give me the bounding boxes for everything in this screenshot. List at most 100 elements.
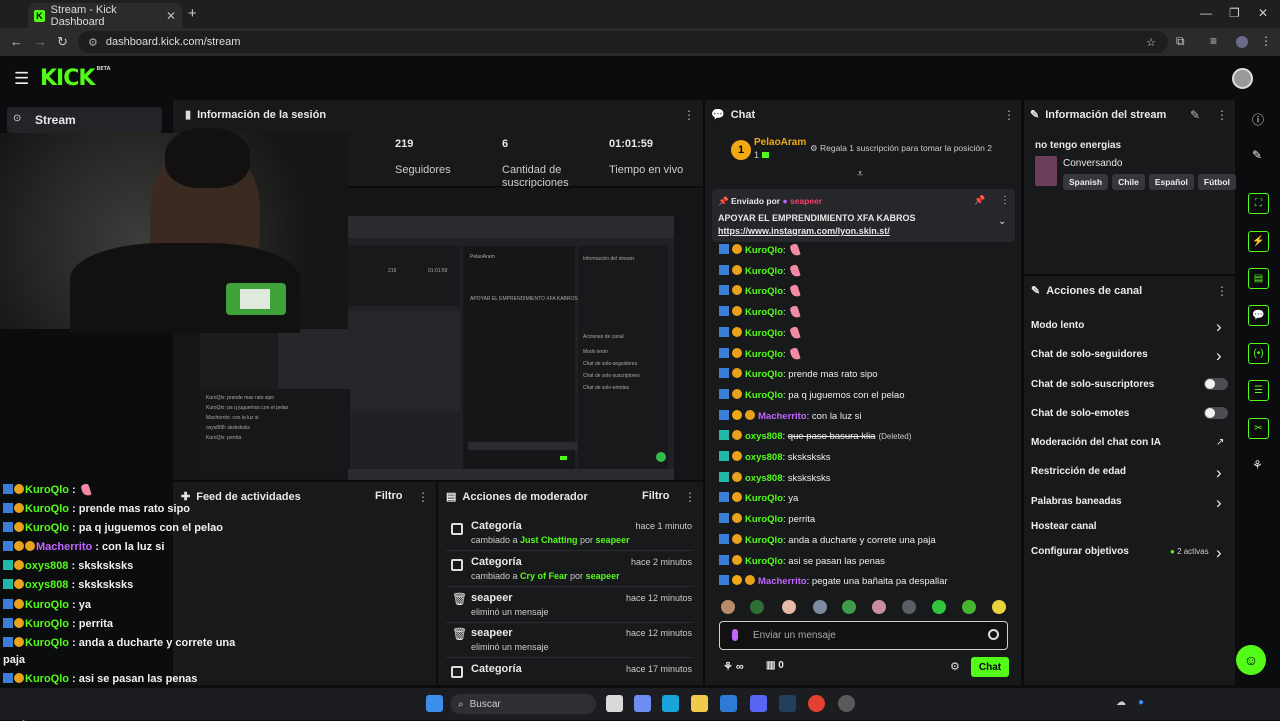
chat-username[interactable]: KuroQlo [745, 369, 783, 380]
channel-action-item[interactable]: Palabras baneadas [1031, 496, 1122, 507]
emote-button[interactable] [750, 600, 764, 614]
layout-icon[interactable]: ☰ [1248, 380, 1269, 401]
activity-menu-icon[interactable]: ⋮ [417, 490, 429, 504]
toggle-switch[interactable] [1204, 407, 1228, 419]
mic-icon[interactable] [732, 629, 738, 641]
close-tab-icon[interactable]: ✕ [166, 9, 176, 23]
stream-category[interactable]: Conversando [1063, 158, 1122, 169]
chat-username[interactable]: KuroQlo [745, 493, 783, 504]
channel-action-item[interactable]: Restricción de edad [1031, 466, 1126, 477]
expand-icon[interactable]: ⩡ [857, 168, 863, 181]
channel-actions-menu-icon[interactable]: ⋮ [1216, 284, 1228, 298]
emote-button[interactable] [782, 600, 796, 614]
chat-username[interactable]: KuroQlo [745, 307, 783, 318]
chat-username[interactable]: Macherrito [758, 411, 807, 422]
mod-actions-menu-icon[interactable]: ⋮ [684, 490, 696, 504]
kick-logo[interactable]: KICK BETA [40, 66, 111, 91]
broadcast-icon[interactable]: (•) [1248, 343, 1269, 364]
emote-button[interactable] [872, 600, 886, 614]
chat-menu-icon[interactable]: ⋮ [1003, 108, 1015, 122]
chevron-right-icon[interactable]: › [1216, 543, 1222, 563]
pinned-link[interactable]: https://www.instagram.com/lyon.skin.st/ [718, 226, 890, 236]
reading-list-icon[interactable]: ≡ [1210, 34, 1217, 48]
profile-avatar[interactable] [1236, 36, 1248, 48]
chat-username[interactable]: KuroQlo [745, 535, 783, 546]
chat-username[interactable]: oxys808 [745, 431, 783, 442]
tray-cloud-icon[interactable]: ☁ [1116, 697, 1126, 708]
steam-icon[interactable] [779, 695, 796, 712]
chat-username[interactable]: KuroQlo [745, 514, 783, 525]
chat-username[interactable]: Macherrito [758, 576, 807, 587]
edge-icon[interactable] [662, 695, 679, 712]
browser-menu-icon[interactable]: ⋮ [1260, 34, 1272, 48]
tray-app-icon[interactable]: ● [1138, 697, 1144, 708]
notes-icon[interactable]: ▤ [1248, 268, 1269, 289]
pin-icon[interactable]: 📌 [974, 195, 985, 206]
channel-action-item[interactable]: Chat de solo-suscriptores [1031, 379, 1154, 390]
edit-icon[interactable]: ✎ [1252, 148, 1262, 162]
minimize-icon[interactable]: — [1200, 6, 1212, 20]
chevron-right-icon[interactable]: › [1216, 317, 1222, 337]
emote-button[interactable] [962, 600, 976, 614]
tag[interactable]: Fútbol [1197, 174, 1236, 190]
chat-username[interactable]: KuroQlo [745, 390, 783, 401]
session-menu-icon[interactable]: ⋮ [683, 108, 695, 122]
activity-filter-button[interactable]: Filtro [375, 490, 403, 502]
close-window-icon[interactable]: ✕ [1258, 6, 1268, 20]
chat-send-button[interactable]: Chat [971, 657, 1009, 677]
copilot-icon[interactable] [634, 695, 651, 712]
chevron-right-icon[interactable]: › [1216, 346, 1222, 366]
chat-username[interactable]: oxys808 [745, 452, 783, 463]
forward-icon[interactable]: → [34, 34, 47, 49]
chrome-icon[interactable] [808, 695, 825, 712]
emote-button[interactable] [813, 600, 827, 614]
mod-filter-button[interactable]: Filtro [642, 490, 670, 502]
app-icon[interactable] [838, 695, 855, 712]
chat-action-icon[interactable]: 💬 [1248, 305, 1269, 326]
channel-action-item[interactable]: Hostear canal [1031, 521, 1097, 532]
edit-stream-icon[interactable]: ✎ [1190, 108, 1200, 122]
hamburger-menu-icon[interactable]: ☰ [14, 69, 29, 89]
chevron-right-icon[interactable]: › [1216, 463, 1222, 483]
emote-button[interactable] [842, 600, 856, 614]
tag[interactable]: Español [1148, 174, 1194, 190]
back-icon[interactable]: ← [10, 34, 23, 49]
clip-icon[interactable]: ⛶ [1248, 193, 1269, 214]
chat-username[interactable]: KuroQlo [745, 245, 783, 256]
reload-icon[interactable]: ↻ [57, 34, 68, 50]
bookmark-star-icon[interactable]: ☆ [1146, 36, 1156, 49]
tools-icon[interactable]: ✂ [1248, 418, 1269, 439]
chat-username[interactable]: KuroQlo [745, 556, 783, 567]
help-button[interactable]: ☺ [1236, 645, 1266, 675]
external-link-icon[interactable]: ↗ [1216, 437, 1224, 448]
chat-username[interactable]: KuroQlo [745, 328, 783, 339]
maximize-icon[interactable]: ❐ [1229, 6, 1240, 20]
stream-info-menu-icon[interactable]: ⋮ [1216, 108, 1228, 122]
taskbar-search[interactable]: ⌕ Buscar [450, 694, 596, 714]
chat-settings-icon[interactable]: ⚙ [950, 660, 960, 673]
url-field[interactable]: ⚙ dashboard.kick.com/stream ☆ [78, 31, 1168, 53]
discord-icon[interactable] [750, 695, 767, 712]
emote-button[interactable] [932, 600, 946, 614]
browser-tab[interactable]: K Stream - Kick Dashboard ✕ [28, 3, 182, 28]
nav-item-stream[interactable]: ⊙ Stream [7, 107, 162, 133]
community-icon[interactable]: ⚘ [1252, 458, 1263, 472]
tag[interactable]: Spanish [1063, 174, 1109, 190]
toggle-switch[interactable] [1204, 378, 1228, 390]
channel-action-item[interactable]: Moderación del chat con IA [1031, 437, 1161, 448]
store-icon[interactable] [720, 695, 737, 712]
chevron-down-icon[interactable]: ⌄ [998, 216, 1006, 227]
emote-button[interactable] [902, 600, 916, 614]
site-info-icon[interactable]: ⚙ [88, 36, 98, 49]
channel-action-item[interactable]: Chat de solo-seguidores [1031, 349, 1148, 360]
bolt-action-icon[interactable]: ⚡ [1248, 231, 1269, 252]
channel-action-item[interactable]: Configurar objetivos [1031, 546, 1129, 557]
new-tab-icon[interactable]: + [188, 5, 197, 22]
user-avatar[interactable] [1232, 68, 1253, 89]
channel-action-item[interactable]: Chat de solo-emotes [1031, 408, 1129, 419]
top-gifter-name[interactable]: PelaoAram [754, 137, 806, 148]
tag[interactable]: Chile [1112, 174, 1145, 190]
pinned-menu-icon[interactable]: ⋮ [1000, 195, 1010, 206]
emoji-picker-icon[interactable] [988, 629, 999, 640]
file-explorer-icon[interactable] [691, 695, 708, 712]
